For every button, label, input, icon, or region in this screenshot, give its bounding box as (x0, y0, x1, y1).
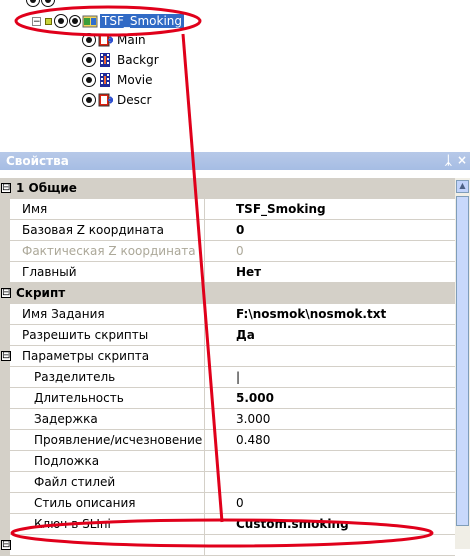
property-value[interactable]: Custom.smoking (205, 514, 455, 535)
property-row-actual-z: Фактическая Z координата 0 (0, 241, 455, 262)
property-row-delay[interactable]: Задержка 3.000 (0, 409, 455, 430)
property-row-sl-key[interactable]: Ключ в SLIni Custom.smoking (0, 514, 455, 535)
tree-node-backgr[interactable]: Backgr (82, 52, 161, 68)
category-general[interactable]: ⊟ 1 Общие (0, 178, 455, 199)
scroll-up-icon[interactable]: ▲ (456, 180, 469, 193)
film-icon (97, 73, 113, 87)
property-label: Подложка (34, 454, 100, 468)
category-script[interactable]: ⊟ Скрипт (0, 283, 455, 304)
collapse-expander-icon[interactable]: − (32, 16, 41, 26)
property-label: Файл стилей (34, 475, 116, 489)
tree-node-root[interactable]: − TSF_Smoking (32, 13, 185, 29)
collapse-expander-icon[interactable]: ⊟ (1, 351, 11, 361)
property-value[interactable]: 3.000 (205, 409, 455, 430)
tree-node-label[interactable]: Descr (115, 93, 153, 107)
marker-icon (45, 17, 52, 25)
group-icon (82, 14, 98, 28)
visibility-eye-icon[interactable] (82, 93, 96, 107)
property-value[interactable] (205, 451, 455, 472)
property-label: Базовая Z координата (22, 223, 164, 237)
property-row-task-name[interactable]: Имя Задания F:\nosmok\nosmok.txt (0, 304, 455, 325)
property-row-duration[interactable]: Длительность 5.000 (0, 388, 455, 409)
property-value[interactable]: 0 (205, 220, 455, 241)
property-label: Имя (22, 202, 48, 216)
property-row-separator[interactable]: Разделитель | (0, 367, 455, 388)
property-label: Главный (22, 265, 77, 279)
text-layer-icon (97, 33, 113, 47)
property-label: Имя Задания (22, 307, 105, 321)
property-row-main[interactable]: Главный Нет (0, 262, 455, 283)
property-value[interactable]: Нет (205, 262, 455, 283)
tree-node-label[interactable]: Movie (115, 73, 155, 87)
visibility-eye-icon[interactable] (82, 73, 96, 87)
tree-node-label[interactable]: Backgr (115, 53, 161, 67)
pin-icon[interactable]: ᛣ (445, 153, 452, 167)
property-row-base-z[interactable]: Базовая Z координата 0 (0, 220, 455, 241)
property-label: Длительность (34, 391, 124, 405)
property-value: 0 (205, 241, 455, 262)
subcategory-script-params[interactable]: ⊟ Параметры скрипта (0, 346, 455, 367)
tree-node-main[interactable]: Main (82, 32, 148, 48)
collapse-expander-icon[interactable]: ⊟ (1, 183, 11, 193)
collapse-expander-icon[interactable]: ⊟ (1, 288, 11, 298)
tree-node-movie[interactable]: Movie (82, 72, 155, 88)
property-value[interactable]: 5.000 (205, 388, 455, 409)
category-label: Параметры скрипта (22, 349, 150, 363)
property-value[interactable]: Да (205, 325, 455, 346)
property-value[interactable] (205, 472, 455, 493)
film-icon (97, 53, 113, 67)
properties-panel-header: Свойства ᛣ × (0, 152, 470, 170)
vertical-scrollbar[interactable]: ▲ (455, 178, 470, 549)
text-layer-icon (97, 93, 113, 107)
category-label: Скрипт (16, 286, 66, 300)
property-label: Задержка (34, 412, 98, 426)
category-label: 1 Общие (16, 181, 77, 195)
property-row-partial: ⊟ (0, 535, 455, 556)
visibility-eye-icon[interactable] (41, 0, 55, 7)
property-label: Разрешить скрипты (22, 328, 149, 342)
close-icon[interactable]: × (457, 153, 467, 167)
property-label: Ключ в SLIni (34, 517, 111, 531)
property-row-allow-scripts[interactable]: Разрешить скрипты Да (0, 325, 455, 346)
property-value[interactable]: TSF_Smoking (205, 199, 455, 220)
visibility-eye-icon[interactable] (54, 14, 68, 28)
visibility-eye-icon[interactable] (82, 53, 96, 67)
scroll-thumb[interactable] (456, 196, 469, 526)
property-row-fade[interactable]: Проявление/исчезновение 0.480 (0, 430, 455, 451)
property-row-desc-style[interactable]: Стиль описания 0 (0, 493, 455, 514)
visibility-eye-icon[interactable] (26, 0, 40, 7)
property-label: Проявление/исчезновение (34, 433, 203, 447)
tree-node-label[interactable]: Main (115, 33, 148, 47)
property-label: Разделитель (34, 370, 116, 384)
panel-title: Свойства (6, 154, 69, 168)
property-row-substrate[interactable]: Подложка (0, 451, 455, 472)
property-label: Стиль описания (34, 496, 136, 510)
property-row-style-file[interactable]: Файл стилей (0, 472, 455, 493)
property-value[interactable]: 0.480 (205, 430, 455, 451)
property-value[interactable]: 0 (205, 493, 455, 514)
property-value[interactable]: F:\nosmok\nosmok.txt (205, 304, 455, 325)
property-grid: ⊟ 1 Общие Имя TSF_Smoking Базовая Z коорд… (0, 178, 455, 556)
tree-node-descr[interactable]: Descr (82, 92, 153, 108)
property-label: Фактическая Z координата (22, 244, 196, 258)
visibility-eye-icon[interactable] (82, 33, 96, 47)
tree-node-partial[interactable] (26, 0, 56, 8)
scene-tree: − TSF_Smoking Main Backgr Movie Descr (0, 0, 470, 150)
property-value[interactable]: | (205, 367, 455, 388)
tree-node-label[interactable]: TSF_Smoking (100, 14, 185, 28)
property-row-name[interactable]: Имя TSF_Smoking (0, 199, 455, 220)
visibility-eye-icon[interactable] (69, 15, 81, 27)
